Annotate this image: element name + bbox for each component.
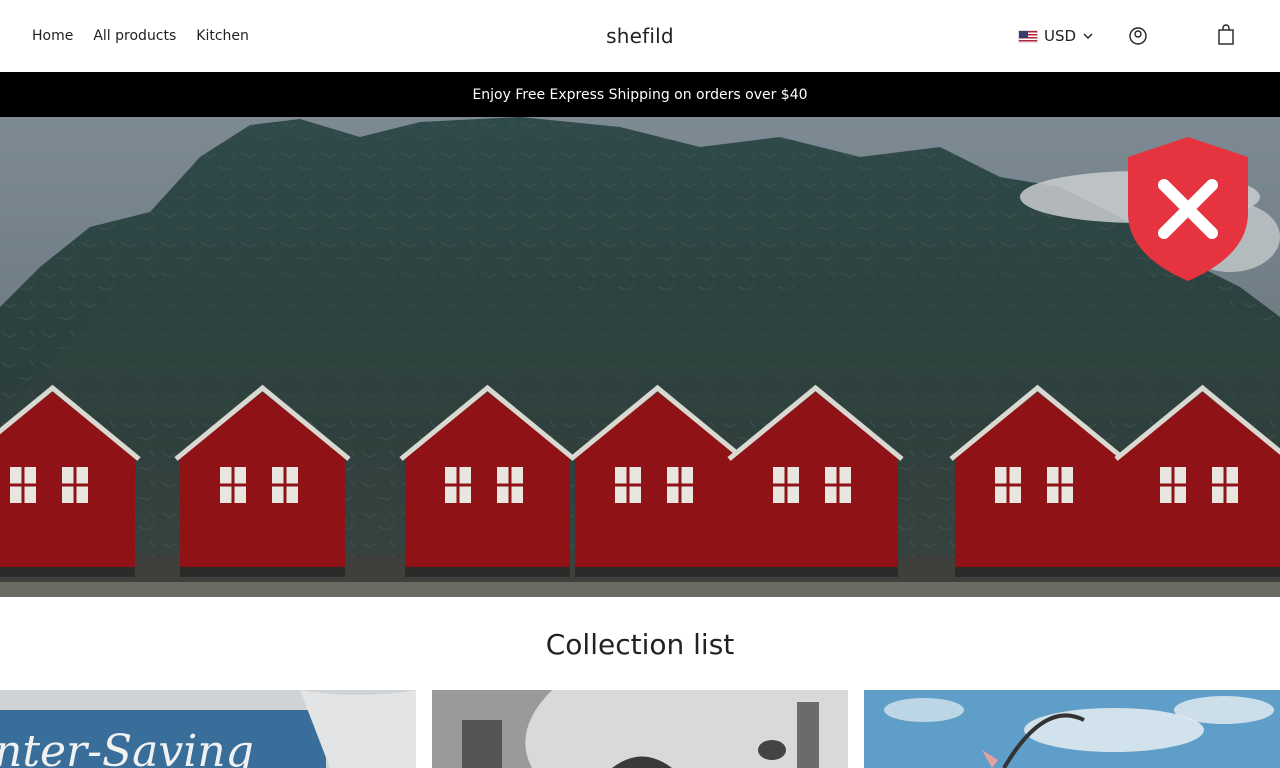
collection-title: Collection list (545, 628, 735, 661)
currency-selector[interactable]: USD (1018, 24, 1094, 48)
collection-card-image (864, 690, 1280, 768)
announcement-text: Enjoy Free Express Shipping on orders ov… (472, 86, 808, 103)
hero-image (0, 117, 1280, 597)
site-header: Home All products Kitchen shefild USD (0, 0, 1280, 72)
cart-icon[interactable] (1216, 24, 1236, 46)
collection-card[interactable] (432, 690, 848, 768)
collection-card-image (432, 690, 848, 768)
account-icon[interactable] (1128, 26, 1148, 46)
card-image-text: nter-Saving (0, 726, 254, 768)
collection-card[interactable] (864, 690, 1280, 768)
collection-card[interactable]: nter-Saving (0, 690, 416, 768)
shield-x-icon[interactable] (1126, 135, 1250, 283)
collection-card-image: nter-Saving (0, 690, 416, 768)
collection-cards: nter-Saving (0, 690, 1280, 768)
nav-link-all-products[interactable]: All products (93, 28, 176, 44)
chevron-down-icon (1083, 33, 1093, 39)
nav-link-kitchen[interactable]: Kitchen (196, 28, 249, 44)
hero-banner (0, 117, 1280, 597)
announcement-bar: Enjoy Free Express Shipping on orders ov… (0, 72, 1280, 117)
currency-code: USD (1044, 27, 1077, 45)
main-nav: Home All products Kitchen (32, 0, 249, 72)
us-flag-icon (1018, 29, 1038, 43)
store-logo[interactable]: shefild (540, 0, 740, 72)
nav-link-home[interactable]: Home (32, 28, 73, 44)
